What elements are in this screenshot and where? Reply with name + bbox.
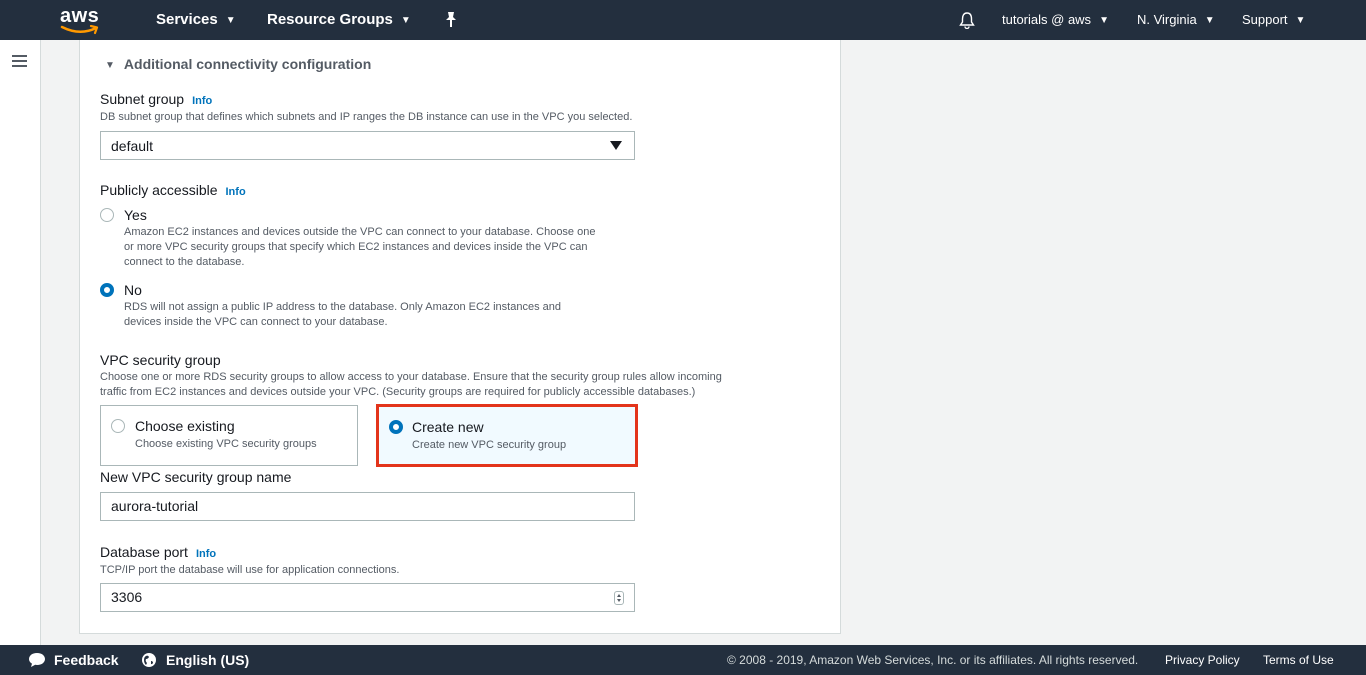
stepper-icon[interactable]	[614, 591, 624, 605]
additional-connectivity-toggle[interactable]: ▼ Additional connectivity configuration	[105, 56, 371, 72]
bell-icon[interactable]	[958, 11, 976, 29]
publicly-accessible-label: Publicly accessible	[100, 182, 218, 198]
account-label: tutorials @ aws	[1002, 12, 1092, 27]
subnet-group-description: DB subnet group that defines which subne…	[100, 111, 633, 123]
vpc-sg-desc-line: Choose one or more RDS security groups t…	[100, 371, 722, 383]
public-yes-desc-line: Amazon EC2 instances and devices outside…	[124, 226, 596, 238]
create-new-description: Create new VPC security group	[412, 439, 567, 451]
services-menu[interactable]: Services ▼	[156, 0, 236, 40]
publicly-accessible-info-link[interactable]: Info	[226, 186, 246, 198]
globe-icon	[142, 653, 156, 667]
choose-existing-radio[interactable]	[111, 419, 125, 433]
services-label: Services	[156, 11, 218, 28]
new-sg-name-value: aurora-tutorial	[111, 498, 199, 514]
publicly-accessible-heading: Publicly accessible Info	[100, 182, 246, 198]
database-port-info-link[interactable]: Info	[196, 548, 216, 560]
dropdown-arrow-icon	[610, 141, 622, 150]
support-menu[interactable]: Support ▼	[1242, 0, 1305, 40]
aws-logo[interactable]: aws	[58, 5, 106, 35]
feedback-label: Feedback	[54, 652, 119, 668]
database-port-value: 3306	[111, 589, 143, 605]
account-menu[interactable]: tutorials @ aws ▼	[1002, 0, 1109, 40]
public-yes-radio[interactable]	[100, 208, 114, 222]
subnet-group-label: Subnet group	[100, 91, 185, 107]
terms-of-use-link[interactable]: Terms of Use	[1263, 645, 1334, 675]
caret-down-icon: ▼	[105, 60, 115, 71]
create-new-radio[interactable]	[389, 420, 403, 434]
copyright-text: © 2008 - 2019, Amazon Web Services, Inc.…	[727, 653, 1139, 667]
pin-icon[interactable]	[444, 11, 458, 29]
choose-existing-title: Choose existing	[135, 418, 235, 434]
subnet-group-info-link[interactable]: Info	[192, 95, 212, 107]
public-no-desc-line: RDS will not assign a public IP address …	[124, 301, 561, 313]
subnet-group-select[interactable]: default	[100, 131, 635, 160]
public-no-desc-line: devices inside the VPC can connect to yo…	[124, 316, 388, 328]
region-menu[interactable]: N. Virginia ▼	[1137, 0, 1215, 40]
privacy-policy-link[interactable]: Privacy Policy	[1165, 645, 1240, 675]
aws-smile-icon	[60, 25, 99, 35]
public-no-description: RDS will not assign a public IP address …	[124, 300, 561, 330]
chevron-down-icon: ▼	[1295, 15, 1306, 26]
feedback-button[interactable]: Feedback	[28, 645, 119, 675]
choose-existing-card[interactable]: Choose existing Choose existing VPC secu…	[100, 405, 358, 466]
public-no-label[interactable]: No	[124, 282, 142, 298]
choose-existing-description: Choose existing VPC security groups	[135, 438, 317, 450]
database-port-input[interactable]: 3306	[100, 583, 635, 612]
database-port-label: Database port	[100, 544, 188, 560]
public-yes-label[interactable]: Yes	[124, 207, 147, 223]
database-port-heading: Database port Info	[100, 544, 216, 560]
database-port-description: TCP/IP port the database will use for ap…	[100, 564, 400, 576]
language-selector[interactable]: English (US)	[141, 645, 249, 675]
footer-bar: Feedback English (US) © 2008 - 2019, Ama…	[0, 645, 1366, 675]
vpc-sg-desc-line: traffic from EC2 instances and devices o…	[100, 386, 696, 398]
speech-bubble-icon	[29, 653, 45, 667]
chevron-down-icon: ▼	[400, 15, 411, 26]
subnet-group-value: default	[111, 138, 154, 154]
public-no-radio[interactable]	[100, 283, 114, 297]
chevron-down-icon: ▼	[1099, 15, 1109, 26]
subnet-group-heading: Subnet group Info	[100, 91, 212, 107]
vpc-security-group-label: VPC security group	[100, 352, 221, 368]
resource-groups-menu[interactable]: Resource Groups ▼	[267, 0, 411, 40]
chevron-down-icon: ▼	[225, 15, 236, 26]
menu-icon[interactable]	[12, 55, 27, 67]
public-yes-desc-line: or more VPC security groups that specify…	[124, 241, 588, 253]
language-label: English (US)	[166, 652, 250, 668]
create-new-title: Create new	[412, 419, 484, 435]
chevron-down-icon: ▼	[1204, 15, 1215, 26]
public-yes-desc-line: connect to the database.	[124, 256, 245, 268]
vpc-security-group-description: Choose one or more RDS security groups t…	[100, 370, 722, 400]
left-rail	[0, 40, 41, 645]
top-nav-bar: aws Services ▼ Resource Groups ▼ tutorials…	[0, 0, 1366, 40]
resource-groups-label: Resource Groups	[267, 11, 393, 28]
support-label: Support	[1242, 12, 1288, 27]
new-sg-name-label: New VPC security group name	[100, 469, 292, 485]
new-sg-name-input[interactable]: aurora-tutorial	[100, 492, 635, 521]
section-title: Additional connectivity configuration	[123, 56, 372, 72]
public-yes-description: Amazon EC2 instances and devices outside…	[124, 225, 595, 270]
create-new-card[interactable]: Create new Create new VPC security group	[376, 404, 638, 467]
region-label: N. Virginia	[1137, 12, 1197, 27]
